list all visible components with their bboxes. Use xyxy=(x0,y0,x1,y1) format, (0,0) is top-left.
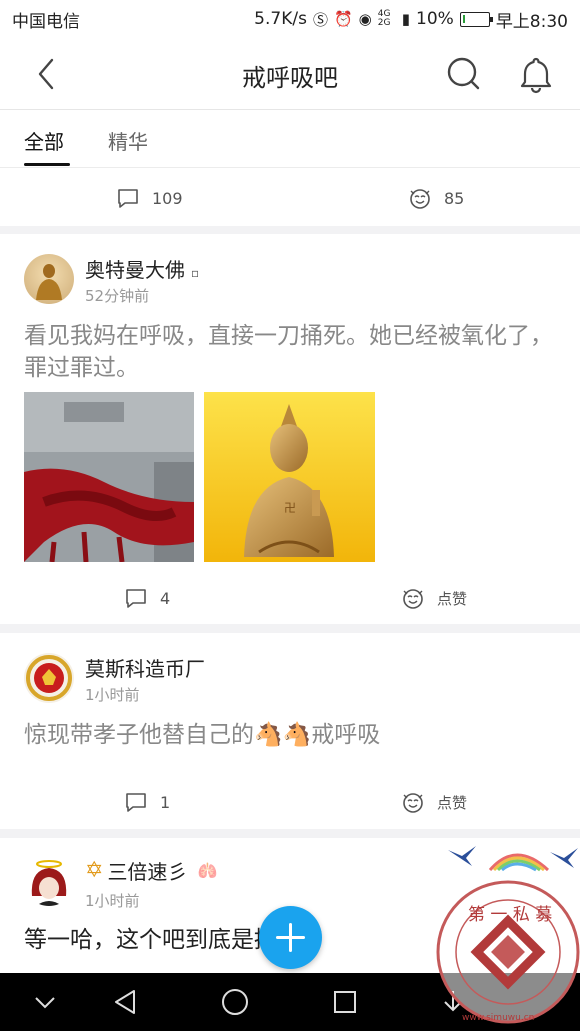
bell-icon[interactable] xyxy=(516,54,556,94)
post-time: 52分钟前 xyxy=(85,287,150,305)
username[interactable]: 莫斯科造币厂 xyxy=(85,653,205,682)
tab-all[interactable]: 全部 xyxy=(24,126,64,155)
comment-icon xyxy=(126,589,146,608)
recent-apps-icon[interactable] xyxy=(328,985,362,1019)
username[interactable]: ✡ 三倍速彡 🫁 xyxy=(85,856,217,885)
comment-button[interactable]: 4 xyxy=(124,586,170,610)
post-time: 1小时前 xyxy=(85,686,140,704)
comment-count: 4 xyxy=(160,588,171,608)
post-card[interactable]: 莫斯科造币厂 1小时前 惊现带孝子他替自己的🐴🐴戒呼吸 1 点赞 xyxy=(0,633,580,829)
rainbow-swallow-decoration xyxy=(448,846,578,872)
like-label: 点赞 xyxy=(437,793,468,812)
avatar[interactable] xyxy=(24,653,74,703)
comment-icon xyxy=(126,793,146,812)
post-image[interactable]: 卍 xyxy=(204,392,375,562)
back-triangle-icon[interactable] xyxy=(108,985,142,1019)
battery-percent: 10% xyxy=(416,9,454,29)
signal-icon: ▮ xyxy=(401,10,411,28)
like-face-icon xyxy=(403,589,423,609)
avatar[interactable] xyxy=(24,856,74,906)
page-title: 戒呼吸吧 xyxy=(242,64,338,92)
post-card: 109 85 xyxy=(0,168,580,226)
post-time: 1小时前 xyxy=(85,892,140,910)
post-text[interactable]: 惊现带孝子他替自己的🐴🐴戒呼吸 xyxy=(24,719,554,751)
status-bar: 中国电信 5.7K/s Ⓢ ⏰ ◉ 4G 2G ▮ 10% 早上8:30 xyxy=(0,0,580,38)
alarm-icon: ⏰ xyxy=(333,10,353,28)
back-arrow-icon[interactable] xyxy=(30,54,70,94)
post-image[interactable] xyxy=(24,392,194,562)
comment-button[interactable]: 1 xyxy=(124,790,170,814)
like-face-icon xyxy=(403,793,423,813)
carrier-label: 中国电信 xyxy=(12,11,80,32)
comment-icon xyxy=(118,189,138,208)
comment-count: 1 xyxy=(160,792,171,812)
eye-comfort-icon: ◉ xyxy=(358,10,372,28)
app-header: 戒呼吸吧 xyxy=(0,38,580,110)
svg-text:卍: 卍 xyxy=(284,501,296,515)
status-icons: 5.7K/s Ⓢ ⏰ ◉ 4G 2G ▮ 10% 早上8:30 xyxy=(254,7,568,32)
clock: 早上8:30 xyxy=(495,11,568,32)
tab-active-indicator xyxy=(24,163,70,166)
avatar[interactable] xyxy=(24,254,74,304)
network-type-label: 4G 2G xyxy=(377,9,391,28)
new-post-button[interactable] xyxy=(259,906,322,969)
like-button[interactable]: 点赞 xyxy=(401,790,467,814)
search-icon[interactable] xyxy=(444,54,484,94)
tab-featured[interactable]: 精华 xyxy=(108,126,148,155)
star-of-david-icon: ✡ xyxy=(85,858,104,883)
like-button[interactable]: 点赞 xyxy=(401,586,467,610)
data-saver-icon: Ⓢ xyxy=(312,10,328,29)
comment-button[interactable]: 109 xyxy=(116,186,183,210)
hide-nav-icon[interactable] xyxy=(28,985,62,1019)
username[interactable]: 奥特曼大佛 ▫ xyxy=(85,254,199,283)
system-nav-bar xyxy=(0,973,580,1031)
home-circle-icon[interactable] xyxy=(218,985,252,1019)
like-count: 85 xyxy=(444,188,465,208)
notification-pull-icon[interactable] xyxy=(436,985,470,1019)
user-badge-icon: ▫ xyxy=(191,266,200,280)
comment-count: 109 xyxy=(152,188,183,208)
tab-bar: 全部 精华 xyxy=(0,110,580,168)
network-speed: 5.7K/s xyxy=(254,9,307,29)
like-button[interactable]: 85 xyxy=(408,186,464,210)
post-text[interactable]: 看见我妈在呼吸，直接一刀捅死。她已经被氧化了，罪过罪过。 xyxy=(24,320,554,384)
like-face-icon xyxy=(410,189,430,209)
like-label: 点赞 xyxy=(437,589,468,608)
post-card[interactable]: 奥特曼大佛 ▫ 52分钟前 看见我妈在呼吸，直接一刀捅死。她已经被氧化了，罪过罪过… xyxy=(0,234,580,624)
battery-icon xyxy=(459,11,493,27)
lungs-icon: 🫁 xyxy=(197,861,218,880)
